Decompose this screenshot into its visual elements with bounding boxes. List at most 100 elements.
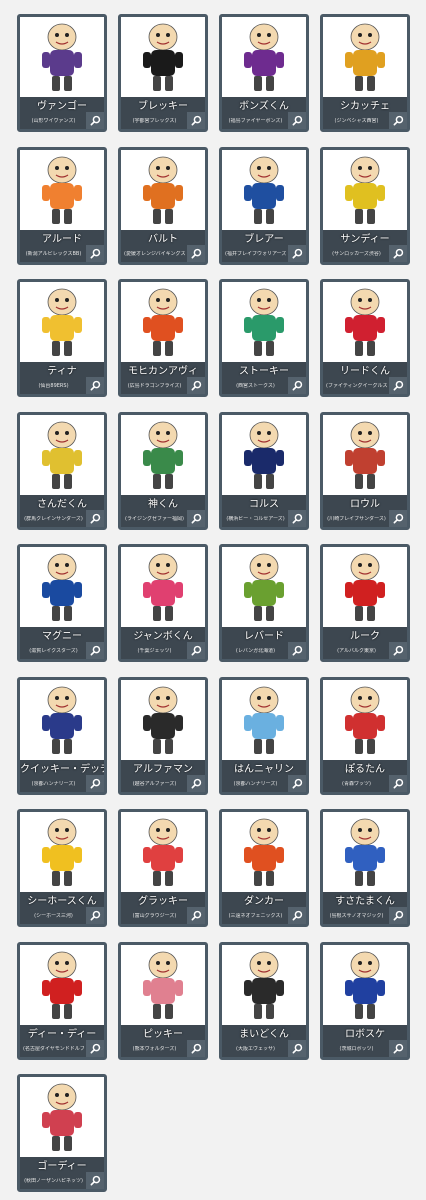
mascot-card[interactable]: 神くん (ライジングゼファー福岡) [118, 412, 208, 530]
zoom-button[interactable] [288, 245, 306, 262]
mascot-card[interactable]: ゴーディー (秋田ノーザンハピネッツ) [17, 1074, 107, 1192]
mascot-figure-icon [143, 156, 183, 224]
zoom-button[interactable] [288, 1040, 306, 1057]
zoom-button[interactable] [86, 245, 104, 262]
magnifier-icon [191, 645, 201, 656]
mascot-card[interactable]: コルス (横浜ビー・コルセアーズ) [219, 412, 309, 530]
zoom-button[interactable] [187, 245, 205, 262]
zoom-button[interactable] [86, 775, 104, 792]
mascot-card[interactable]: アルファマン (越谷アルファーズ) [118, 677, 208, 795]
zoom-button[interactable] [86, 377, 104, 394]
mascot-jersey [252, 580, 276, 606]
mascot-card[interactable]: サンディー (サンロッカーズ渋谷) [320, 147, 410, 265]
mascot-jersey [353, 315, 377, 341]
mascot-figure-icon [345, 288, 385, 356]
mascot-image [121, 812, 205, 892]
mascot-card[interactable]: シカッチェ (ジンベシャス西宮) [320, 14, 410, 132]
mascot-figure-icon [345, 421, 385, 489]
mascot-jersey [151, 978, 175, 1004]
magnifier-icon [90, 248, 100, 259]
mascot-card[interactable]: ストーキー (西宮ストークス) [219, 279, 309, 397]
zoom-button[interactable] [187, 377, 205, 394]
mascot-card[interactable]: ルーク (アルバルク東京) [320, 544, 410, 662]
zoom-button[interactable] [389, 642, 407, 659]
mascot-card[interactable]: グラッキー (富山グラウジーズ) [118, 809, 208, 927]
zoom-button[interactable] [288, 510, 306, 527]
mascot-image [121, 415, 205, 495]
magnifier-icon [90, 115, 100, 126]
mascot-card[interactable]: マグニー (滋賀レイクスターズ) [17, 544, 107, 662]
zoom-button[interactable] [187, 907, 205, 924]
zoom-button[interactable] [86, 642, 104, 659]
mascot-card[interactable]: ディー・ディー(名古屋ダイヤモンドドルフィンズ) [17, 942, 107, 1060]
mascot-figure-icon [42, 421, 82, 489]
mascot-card[interactable]: はんニャリン (京都ハンナリーズ) [219, 677, 309, 795]
mascot-card[interactable]: ジャンボくん (千葉ジェッツ) [118, 544, 208, 662]
zoom-button[interactable] [389, 245, 407, 262]
mascot-team: (群馬クレインサンダーズ) [24, 516, 83, 522]
zoom-button[interactable] [288, 112, 306, 129]
mascot-figure-icon [42, 23, 82, 91]
zoom-button[interactable] [86, 907, 104, 924]
mascot-card[interactable]: ピッキー (熊本ヴォルターズ) [118, 942, 208, 1060]
mascot-card[interactable]: ぽるたん (青森ワッツ) [320, 677, 410, 795]
mascot-figure-icon [345, 951, 385, 1019]
mascot-jersey [353, 50, 377, 76]
mascot-card[interactable]: まいどくん (大阪エヴェッサ) [219, 942, 309, 1060]
mascot-card[interactable]: クイッキー・デッチ (京都ハンナリーズ) [17, 677, 107, 795]
mascot-card[interactable]: シーホースくん (シーホース三河) [17, 809, 107, 927]
mascot-image [323, 812, 407, 892]
zoom-button[interactable] [389, 907, 407, 924]
zoom-button[interactable] [86, 1172, 104, 1189]
mascot-card[interactable]: ヴァンゴー (山形ワイヴァンズ) [17, 14, 107, 132]
mascot-figure-icon [244, 951, 284, 1019]
mascot-figure-icon [143, 23, 183, 91]
zoom-button[interactable] [187, 1040, 205, 1057]
mascot-figure-icon [42, 288, 82, 356]
zoom-button[interactable] [389, 510, 407, 527]
zoom-button[interactable] [288, 377, 306, 394]
mascot-card[interactable]: ブレアー (福井ブレイブウォリアーズ) [219, 147, 309, 265]
mascot-card[interactable]: ロウル (川崎ブレイブサンダース) [320, 412, 410, 530]
mascot-card[interactable]: ロボスケ (茨城ロボッツ) [320, 942, 410, 1060]
mascot-card[interactable]: ボンズくん (福島ファイヤーボンズ) [219, 14, 309, 132]
mascot-card[interactable]: ティナ (仙台89ERS) [17, 279, 107, 397]
zoom-button[interactable] [288, 907, 306, 924]
mascot-team: (ライジングゼファー福岡) [125, 516, 184, 522]
mascot-card[interactable]: バルト (愛媛オレンジバイキングス) [118, 147, 208, 265]
mascot-image [20, 282, 104, 362]
zoom-button[interactable] [187, 112, 205, 129]
mascot-image [222, 547, 306, 627]
magnifier-icon [292, 645, 302, 656]
mascot-figure-icon [244, 553, 284, 621]
zoom-button[interactable] [187, 510, 205, 527]
zoom-button[interactable] [389, 112, 407, 129]
mascot-image [222, 945, 306, 1025]
mascot-card[interactable]: リードくん(ファイティングイーグルス名古屋) [320, 279, 410, 397]
zoom-button[interactable] [389, 1040, 407, 1057]
mascot-team: (仙台89ERS) [38, 383, 69, 389]
zoom-button[interactable] [86, 1040, 104, 1057]
mascot-card[interactable]: モヒカンアヴィ (広島ドラゴンフライズ) [118, 279, 208, 397]
zoom-button[interactable] [288, 775, 306, 792]
zoom-button[interactable] [288, 642, 306, 659]
zoom-button[interactable] [389, 377, 407, 394]
mascot-image [323, 680, 407, 760]
mascot-jersey [252, 448, 276, 474]
zoom-button[interactable] [86, 510, 104, 527]
zoom-button[interactable] [187, 642, 205, 659]
magnifier-icon [90, 380, 100, 391]
mascot-figure-icon [42, 686, 82, 754]
zoom-button[interactable] [187, 775, 205, 792]
mascot-card[interactable]: すさたまくん (島根スサノオマジック) [320, 809, 410, 927]
mascot-jersey [252, 845, 276, 871]
mascot-card[interactable]: アルード (新潟アルビレックスBB) [17, 147, 107, 265]
mascot-card[interactable]: さんだくん (群馬クレインサンダーズ) [17, 412, 107, 530]
mascot-card[interactable]: ブレッキー (宇都宮ブレックス) [118, 14, 208, 132]
mascot-card[interactable]: ダンカー (三遠ネオフェニックス) [219, 809, 309, 927]
zoom-button[interactable] [86, 112, 104, 129]
zoom-button[interactable] [389, 775, 407, 792]
mascot-card[interactable]: レバード (レバンガ北海道) [219, 544, 309, 662]
mascot-image [20, 150, 104, 230]
mascot-figure-icon [244, 288, 284, 356]
